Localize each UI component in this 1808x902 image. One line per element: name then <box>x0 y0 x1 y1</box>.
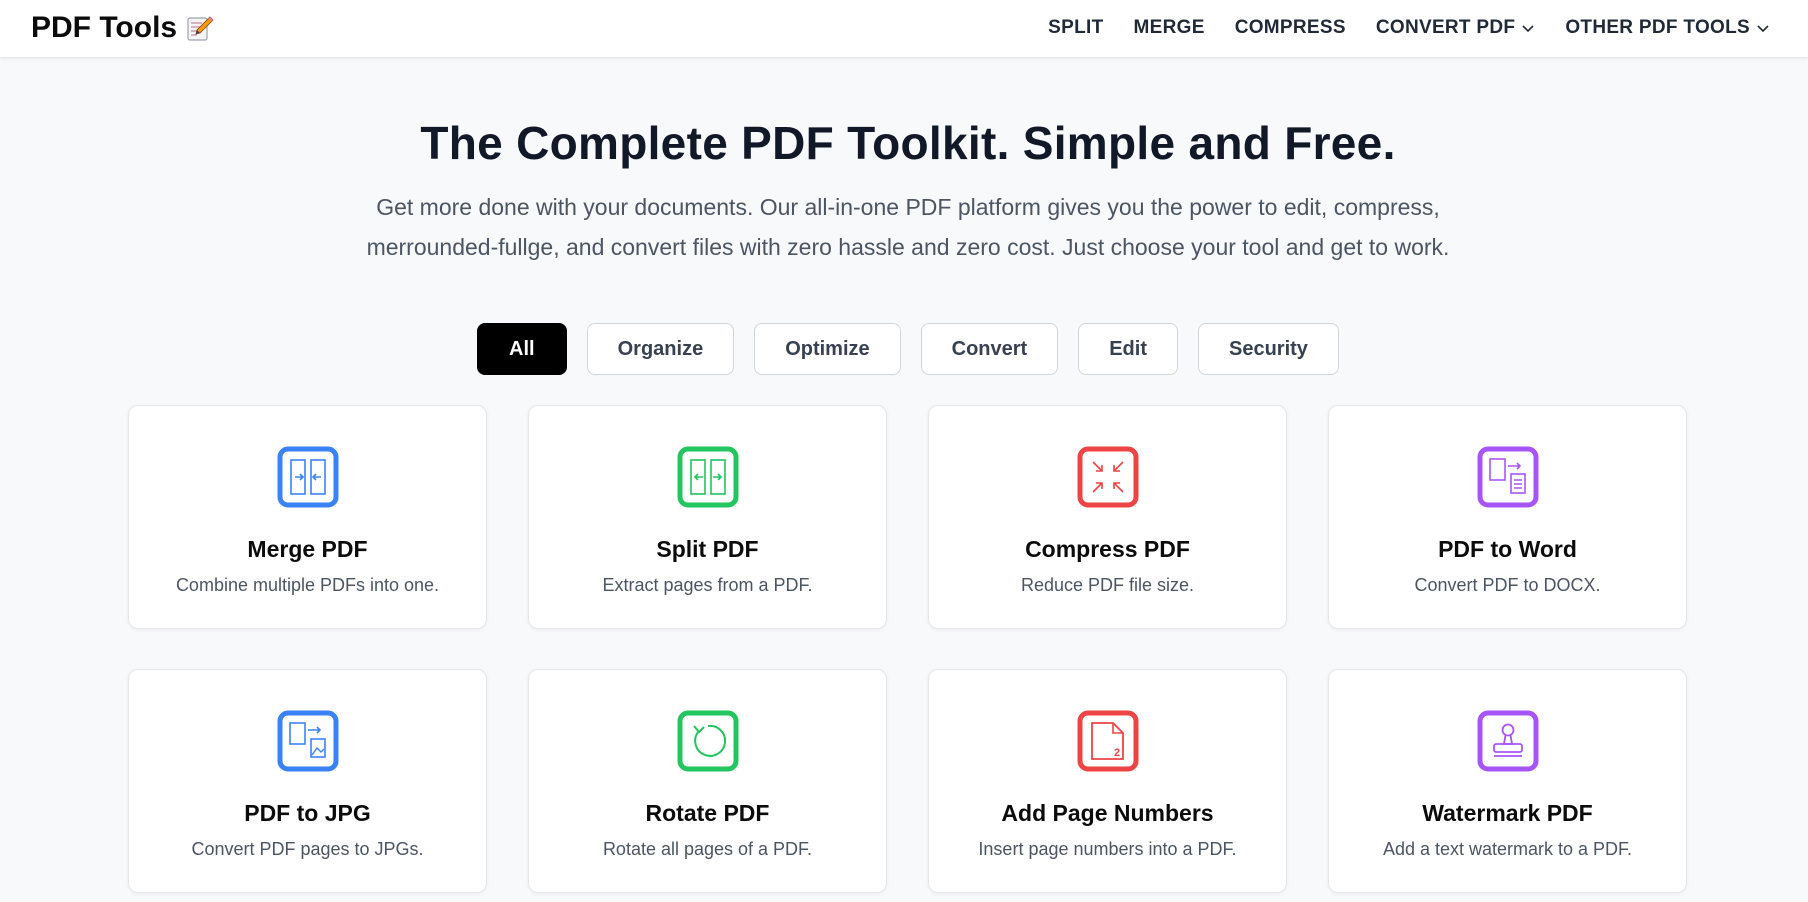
nav-merge-label: MERGE <box>1133 17 1205 38</box>
tool-title: Merge PDF <box>247 536 368 562</box>
tool-title: PDF to JPG <box>244 800 371 826</box>
filter-optimize[interactable]: Optimize <box>754 323 901 375</box>
tool-card-compress-pdf[interactable]: Compress PDF Reduce PDF file size. <box>928 405 1287 629</box>
category-filters: All Organize Optimize Convert Edit Secur… <box>0 323 1808 375</box>
tool-title: Add Page Numbers <box>1001 800 1214 826</box>
watermark-stamp-icon <box>1477 710 1539 772</box>
tool-title: Rotate PDF <box>645 800 770 826</box>
chevron-down-icon <box>1757 25 1769 33</box>
nav-compress[interactable]: COMPRESS <box>1235 17 1346 39</box>
tool-description: Reduce PDF file size. <box>1020 575 1195 595</box>
filter-all[interactable]: All <box>477 323 567 375</box>
tool-description: Add a text watermark to a PDF. <box>1382 839 1633 859</box>
tools-grid: Merge PDF Combine multiple PDFs into one… <box>128 405 1687 893</box>
page-numbers-icon: 2 <box>1077 710 1139 772</box>
compress-icon <box>1077 446 1139 508</box>
tool-card-pdf-to-word[interactable]: PDF to Word Convert PDF to DOCX. <box>1328 405 1687 629</box>
site-header: PDF Tools SPLIT MERGE COMPRESS CONVERT P… <box>0 0 1808 58</box>
tool-card-split-pdf[interactable]: Split PDF Extract pages from a PDF. <box>528 405 887 629</box>
site-logo[interactable]: PDF Tools <box>31 11 215 45</box>
rotate-icon <box>677 710 739 772</box>
tool-title: PDF to Word <box>1438 536 1577 562</box>
nav-convert-pdf-label: CONVERT PDF <box>1375 17 1516 38</box>
tool-title: Compress PDF <box>1025 536 1190 562</box>
tool-description: Combine multiple PDFs into one. <box>175 575 440 595</box>
tool-title: Watermark PDF <box>1422 800 1593 826</box>
tool-title: Split PDF <box>656 536 759 562</box>
tool-description: Insert page numbers into a PDF. <box>978 839 1237 859</box>
filter-organize[interactable]: Organize <box>586 323 735 375</box>
page-subtitle: Get more done with your documents. Our a… <box>364 187 1452 267</box>
memo-pencil-icon <box>185 13 215 43</box>
nav-compress-label: COMPRESS <box>1234 17 1346 38</box>
tool-description: Convert PDF pages to JPGs. <box>191 839 424 859</box>
nav-split[interactable]: SPLIT <box>1048 17 1103 39</box>
split-icon <box>677 446 739 508</box>
nav-convert-pdf[interactable]: CONVERT PDF <box>1376 17 1535 39</box>
merge-icon <box>277 446 339 508</box>
nav-split-label: SPLIT <box>1048 17 1104 38</box>
tool-card-add-page-numbers[interactable]: 2 Add Page Numbers Insert page numbers i… <box>928 669 1287 893</box>
pdf-to-jpg-icon <box>277 710 339 772</box>
filter-convert[interactable]: Convert <box>920 323 1059 375</box>
main-nav: SPLIT MERGE COMPRESS CONVERT PDF OTHER P… <box>1048 0 1770 56</box>
nav-other-pdf-tools[interactable]: OTHER PDF TOOLS <box>1565 17 1770 39</box>
tool-card-pdf-to-jpg[interactable]: PDF to JPG Convert PDF pages to JPGs. <box>128 669 487 893</box>
page-title: The Complete PDF Toolkit. Simple and Fre… <box>420 117 1396 169</box>
tool-card-watermark-pdf[interactable]: Watermark PDF Add a text watermark to a … <box>1328 669 1687 893</box>
page-number-glyph: 2 <box>1114 747 1120 759</box>
tool-card-merge-pdf[interactable]: Merge PDF Combine multiple PDFs into one… <box>128 405 487 629</box>
filter-edit[interactable]: Edit <box>1078 323 1178 375</box>
tool-card-rotate-pdf[interactable]: Rotate PDF Rotate all pages of a PDF. <box>528 669 887 893</box>
nav-other-pdf-tools-label: OTHER PDF TOOLS <box>1565 17 1750 38</box>
chevron-down-icon <box>1522 25 1534 33</box>
filter-security[interactable]: Security <box>1198 323 1339 375</box>
nav-merge[interactable]: MERGE <box>1134 17 1205 39</box>
subtitle-line-2: merrounded-fullge, and convert files wit… <box>366 234 1450 260</box>
subtitle-line-1: Get more done with your documents. Our a… <box>376 194 1440 220</box>
tool-description: Rotate all pages of a PDF. <box>602 839 813 859</box>
tool-description: Extract pages from a PDF. <box>602 575 813 595</box>
logo-text: PDF Tools <box>31 11 178 44</box>
pdf-to-word-icon <box>1477 446 1539 508</box>
tool-description: Convert PDF to DOCX. <box>1414 575 1601 595</box>
